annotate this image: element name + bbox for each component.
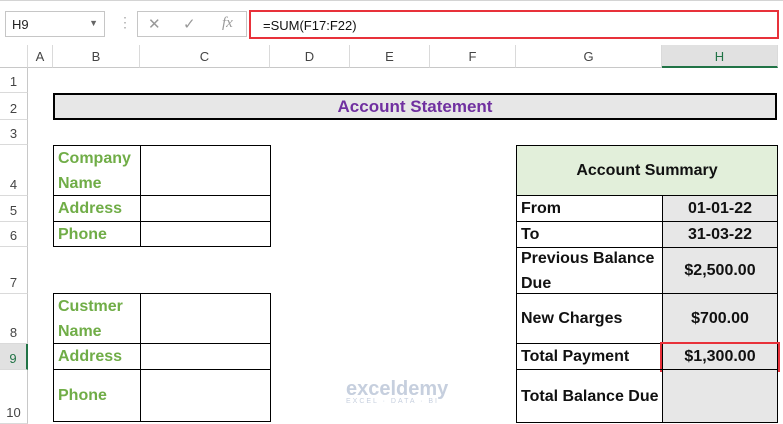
row-header-10[interactable]: 10 (0, 370, 28, 424)
summary-value-new-charges[interactable]: $700.00 (662, 293, 778, 344)
summary-value-from[interactable]: 01-01-22 (662, 195, 778, 222)
summary-value-to[interactable]: 31-03-22 (662, 221, 778, 248)
sheet-title[interactable]: Account Statement (53, 93, 777, 120)
customer-phone-label[interactable]: Phone (53, 369, 141, 422)
row-header-4[interactable]: 4 (0, 145, 28, 196)
company-phone-label[interactable]: Phone (53, 221, 141, 247)
watermark-logo: exceldemy EXCEL · DATA · BI (318, 378, 448, 405)
row-header-8[interactable]: 8 (0, 294, 28, 344)
insert-function-icon[interactable]: fx (222, 15, 233, 32)
summary-label-total-balance[interactable]: Total Balance Due (516, 369, 663, 423)
ribbon-edge (0, 0, 783, 3)
company-address-label[interactable]: Address (53, 195, 141, 222)
row-header-5[interactable]: 5 (0, 196, 28, 222)
column-header-c[interactable]: C (140, 45, 270, 68)
row-header-3[interactable]: 3 (0, 120, 28, 145)
name-box[interactable]: H9 ▼ (5, 11, 105, 37)
drag-handle-icon[interactable]: ⋮ (118, 14, 132, 31)
selected-cell-highlight (660, 342, 780, 372)
select-all-corner[interactable] (0, 45, 28, 68)
cancel-icon[interactable]: ✕ (148, 15, 161, 33)
company-name-cell[interactable] (140, 145, 271, 196)
watermark-tagline: EXCEL · DATA · BI (346, 398, 439, 405)
customer-address-label[interactable]: Address (53, 343, 141, 370)
formula-input[interactable]: =SUM(F17:F22) (249, 10, 779, 39)
row-header-1[interactable]: 1 (0, 68, 28, 93)
watermark-brand: exceldemy (346, 378, 449, 400)
account-summary-header[interactable]: Account Summary (516, 145, 778, 196)
chevron-down-icon[interactable]: ▼ (89, 18, 98, 28)
customer-name-label[interactable]: Custmer Name (53, 293, 141, 344)
summary-label-from[interactable]: From (516, 195, 663, 222)
row-header-2[interactable]: 2 (0, 93, 28, 120)
summary-label-previous-balance[interactable]: Previous Balance Due (516, 247, 663, 294)
customer-name-cell[interactable] (140, 293, 271, 344)
summary-label-total-payment[interactable]: Total Payment (516, 343, 663, 370)
summary-value-total-balance[interactable] (662, 369, 778, 423)
column-header-d[interactable]: D (270, 45, 350, 68)
row-header-9[interactable]: 9 (0, 344, 28, 370)
company-address-cell[interactable] (140, 195, 271, 222)
customer-phone-cell[interactable] (140, 369, 271, 422)
column-header-h[interactable]: H (662, 45, 778, 68)
row-header-6[interactable]: 6 (0, 222, 28, 247)
customer-address-cell[interactable] (140, 343, 271, 370)
company-name-label[interactable]: Company Name (53, 145, 141, 196)
column-header-g[interactable]: G (516, 45, 662, 68)
summary-label-to[interactable]: To (516, 221, 663, 248)
column-header-e[interactable]: E (350, 45, 430, 68)
formula-buttons: ✕ ✓ fx (137, 11, 247, 37)
column-header-f[interactable]: F (430, 45, 516, 68)
enter-icon[interactable]: ✓ (183, 15, 196, 33)
summary-value-previous-balance[interactable]: $2,500.00 (662, 247, 778, 294)
name-box-value: H9 (12, 17, 29, 32)
column-header-b[interactable]: B (53, 45, 140, 68)
row-header-7[interactable]: 7 (0, 247, 28, 294)
company-phone-cell[interactable] (140, 221, 271, 247)
summary-label-new-charges[interactable]: New Charges (516, 293, 663, 344)
column-header-a[interactable]: A (28, 45, 53, 68)
